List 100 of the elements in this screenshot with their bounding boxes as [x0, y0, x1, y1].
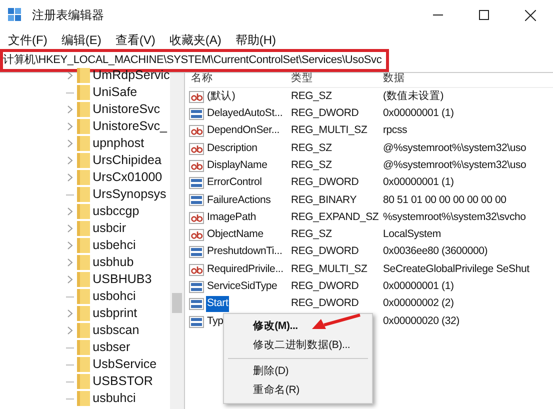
value-data: SeCreateGlobalPrivilege SeShut	[382, 262, 530, 277]
window-title: 注册表编辑器	[32, 7, 104, 24]
folder-icon	[76, 68, 90, 83]
value-type: REG_EXPAND_SZ	[290, 210, 380, 225]
value-type: REG_MULTI_SZ	[290, 262, 368, 277]
column-header[interactable]: 数据	[381, 71, 553, 87]
tree-item[interactable]: upnphost	[92, 134, 144, 153]
chevron-icon[interactable]	[66, 105, 73, 114]
tree-item[interactable]: usbehci	[92, 236, 136, 255]
folder-icon	[76, 391, 90, 406]
chevron-icon[interactable]	[66, 241, 73, 250]
binary-value-icon	[189, 177, 204, 190]
chevron-icon[interactable]	[66, 71, 73, 80]
string-value-icon	[189, 142, 204, 155]
context-menu-item[interactable]: 删除(D)	[224, 362, 372, 381]
value-data: 80 51 01 00 00 00 00 00 00	[382, 192, 508, 208]
binary-value-icon	[189, 280, 204, 293]
value-name[interactable]: ServiceSidType	[206, 279, 278, 295]
folder-icon	[76, 340, 90, 355]
value-type: REG_SZ	[290, 158, 333, 173]
folder-icon	[76, 323, 90, 338]
value-name[interactable]: Typ	[206, 314, 224, 330]
value-type: REG_SZ	[290, 88, 333, 104]
menu-item[interactable]: 文件(F)	[6, 30, 50, 48]
value-data: (数值未设置)	[382, 88, 445, 104]
value-type: REG_SZ	[290, 140, 333, 156]
value-name[interactable]: Description	[206, 140, 258, 156]
chevron-icon[interactable]	[66, 139, 73, 148]
value-data: 0x00000020 (32)	[382, 314, 460, 329]
string-value-icon	[189, 229, 204, 242]
value-name[interactable]: (默认)	[206, 88, 236, 105]
close-icon[interactable]	[524, 10, 536, 20]
folder-icon	[76, 170, 90, 185]
annotation-arrow	[312, 313, 362, 331]
folder-icon	[76, 119, 90, 134]
value-name[interactable]: RequiredPrivile...	[206, 262, 284, 278]
chevron-icon[interactable]	[66, 122, 73, 131]
folder-icon	[76, 204, 90, 219]
chevron-icon[interactable]	[66, 326, 73, 335]
value-name[interactable]: DelayedAutoSt...	[206, 106, 284, 122]
tree-item[interactable]: UrsCx01000	[92, 168, 162, 187]
chevron-icon[interactable]	[66, 207, 73, 216]
menu-item[interactable]: 查看(V)	[113, 30, 158, 48]
menu-item[interactable]: 收藏夹(A)	[167, 30, 224, 48]
string-value-icon	[189, 160, 204, 172]
tree-item[interactable]: usbccgp	[92, 202, 140, 221]
folder-icon	[76, 153, 90, 168]
maximize-icon[interactable]	[479, 10, 489, 20]
tree-item[interactable]: UniSafe	[92, 83, 138, 102]
tree-item[interactable]: UrsChipidea	[92, 151, 162, 170]
folder-icon	[76, 85, 90, 100]
value-name[interactable]: ErrorControl	[206, 175, 263, 191]
tree-item[interactable]: UsbService	[92, 355, 157, 374]
tree-item[interactable]: UrsSynopsys	[92, 185, 166, 204]
value-name[interactable]: ImagePath	[206, 210, 257, 226]
chevron-icon[interactable]	[66, 173, 73, 182]
chevron-icon[interactable]	[66, 258, 73, 267]
value-data: rpcss	[382, 123, 408, 138]
chevron-icon[interactable]	[66, 275, 73, 284]
value-type: REG_SZ	[290, 227, 333, 242]
value-name[interactable]: FailureActions	[206, 192, 272, 208]
tree-item[interactable]: usbuhci	[92, 389, 136, 408]
value-name[interactable]: ObjectName	[206, 227, 264, 243]
value-data: %systemroot%\system32\svcho	[382, 210, 527, 225]
minimize-icon[interactable]	[433, 14, 443, 16]
tree-item[interactable]: usbcir	[92, 219, 126, 238]
value-name[interactable]: PreshutdownTi...	[206, 244, 284, 260]
folder-icon	[76, 221, 90, 236]
tree-item[interactable]: usbser	[92, 338, 130, 357]
binary-value-icon	[189, 108, 204, 120]
registry-app-icon	[8, 8, 22, 22]
chevron-icon[interactable]	[66, 156, 73, 165]
column-header[interactable]: 类型	[289, 71, 381, 87]
binary-value-icon	[189, 246, 204, 258]
value-type: REG_DWORD	[290, 106, 360, 122]
folder-icon	[76, 187, 90, 202]
context-menu-item[interactable]: 重命名(R)	[224, 381, 372, 400]
binary-value-icon	[189, 194, 204, 206]
value-data: @%systemroot%\system32\uso	[382, 158, 528, 173]
tree-item[interactable]: usbhub	[92, 253, 134, 272]
value-name[interactable]: Start	[206, 296, 230, 312]
tree-item[interactable]: UnistoreSvc_	[92, 117, 167, 136]
folder-icon	[76, 357, 90, 372]
value-type: REG_DWORD	[290, 296, 360, 312]
tree-item[interactable]: USBHUB3	[92, 270, 152, 289]
tree-item[interactable]: usbprint	[92, 304, 138, 323]
chevron-icon[interactable]	[66, 309, 73, 318]
context-menu-item[interactable]: 修改(M)...	[224, 317, 372, 336]
chevron-icon[interactable]	[66, 224, 73, 233]
context-menu-item[interactable]: 修改二进制数据(B)...	[224, 336, 372, 355]
menu-item[interactable]: 编辑(E)	[59, 30, 104, 48]
tree-item[interactable]: usbscan	[92, 321, 140, 340]
value-name[interactable]: DependOnSer...	[206, 123, 280, 140]
scrollbar-thumb[interactable]	[172, 293, 182, 313]
column-header[interactable]: 名称	[189, 71, 289, 87]
menu-item[interactable]: 帮助(H)	[233, 30, 278, 48]
value-name[interactable]: DisplayName	[206, 158, 268, 174]
tree-item[interactable]: UnistoreSvc	[92, 100, 160, 119]
tree-item[interactable]: usbohci	[92, 287, 136, 306]
tree-item[interactable]: USBSTOR	[92, 372, 153, 391]
